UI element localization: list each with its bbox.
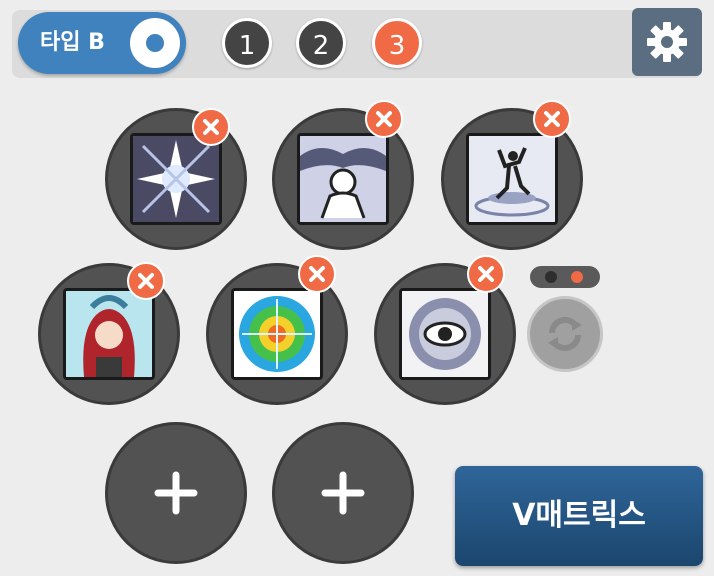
page-button-2[interactable]: 2 [296, 18, 346, 68]
empty-skill-slot[interactable] [272, 422, 414, 564]
close-icon [138, 273, 154, 289]
close-icon [203, 119, 219, 135]
refresh-button[interactable] [527, 296, 603, 372]
plus-icon [154, 471, 198, 515]
page-label: 2 [312, 31, 330, 61]
close-icon [478, 266, 494, 282]
remove-button[interactable] [192, 108, 230, 146]
remove-button[interactable] [533, 100, 571, 138]
remove-button[interactable] [467, 255, 505, 293]
page-label: 1 [238, 31, 256, 61]
v-matrix-button[interactable]: V매트릭스 [455, 466, 703, 566]
red-hair-character-skill-icon [63, 288, 155, 380]
settings-button[interactable] [632, 8, 702, 76]
remove-button[interactable] [365, 100, 403, 138]
type-toggle-label: 타입 B [40, 30, 105, 55]
close-icon [309, 266, 325, 282]
pager-dot [545, 271, 557, 283]
v-matrix-label: V매트릭스 [512, 498, 646, 533]
page-button-1[interactable]: 1 [222, 18, 272, 68]
gear-icon [647, 22, 687, 62]
pager-dot-active [571, 271, 583, 283]
storm-silhouette-skill-icon [297, 133, 389, 225]
remove-button[interactable] [127, 262, 165, 300]
toggle-knob [130, 18, 180, 68]
magic-circle-skill-icon [231, 288, 323, 380]
page-label: 3 [388, 31, 406, 61]
slot-pager [530, 266, 600, 288]
type-toggle[interactable]: 타입 B [18, 12, 186, 74]
dark-eye-skill-icon [399, 288, 491, 380]
close-icon [544, 111, 560, 127]
close-icon [376, 111, 392, 127]
remove-button[interactable] [298, 255, 336, 293]
empty-skill-slot[interactable] [105, 422, 247, 564]
light-burst-skill-icon [130, 133, 222, 225]
refresh-icon [548, 316, 582, 352]
plus-icon [321, 471, 365, 515]
page-button-3[interactable]: 3 [372, 18, 422, 68]
warrior-stance-skill-icon [466, 133, 558, 225]
